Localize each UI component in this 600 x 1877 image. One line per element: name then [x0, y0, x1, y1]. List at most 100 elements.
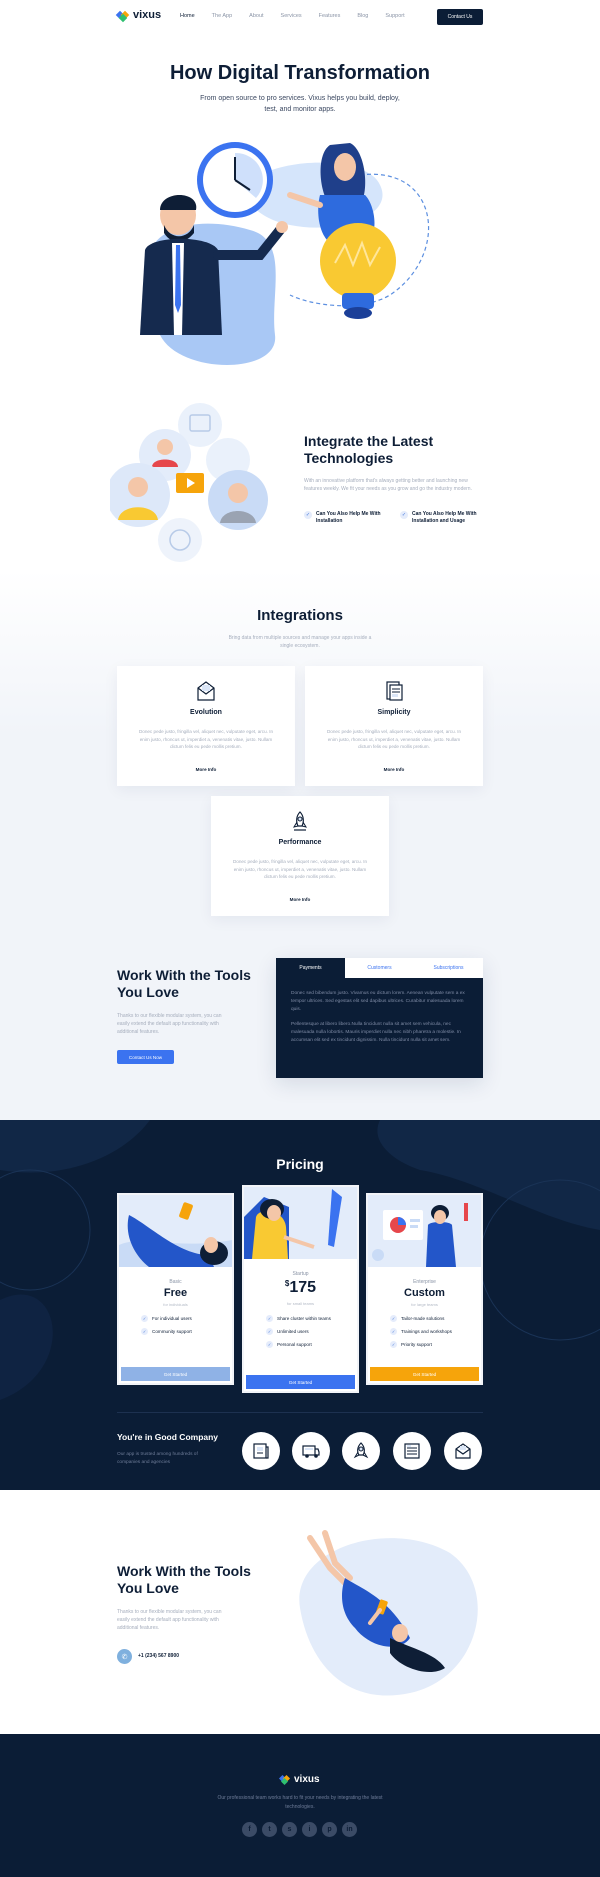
check-label: Can You Also Help Me With Installation [316, 511, 381, 524]
plan-feature: ✓ Personal support [266, 1341, 312, 1348]
nav-item-home[interactable]: Home [180, 13, 195, 19]
logo-text: vixus [133, 9, 162, 21]
video-integration-illustration [110, 403, 268, 562]
plan-illustration [244, 1187, 357, 1259]
plan-price-value: 175 [289, 1279, 317, 1296]
integrations-subtitle: Bring data from multiple sources and man… [228, 635, 372, 649]
check-item: ✓ Can You Also Help Me With Installation [304, 511, 396, 525]
plan-feature-label: Community support [152, 1329, 192, 1334]
newspaper-icon [242, 1432, 280, 1470]
work-tools-title: Work With the Tools You Love [117, 1563, 251, 1596]
card-text: Donec pede justo, fringilla vel, aliquet… [138, 729, 274, 749]
check-label: Can You Also Help Me With Installation a… [412, 511, 477, 524]
plan-price: $175 [244, 1279, 357, 1297]
phone-icon[interactable]: ✆ [117, 1649, 132, 1664]
integration-card-performance: Performance Donec pede justo, fringilla … [211, 796, 389, 916]
plan-card-enterprise: Enterprise Custom for large teams ✓ Tailo… [366, 1193, 483, 1385]
tools-text: Thanks to our flexible modular system, y… [117, 1013, 222, 1035]
truck-icon [292, 1432, 330, 1470]
nav-item-about[interactable]: About [249, 13, 263, 19]
nav-item-support[interactable]: Support [385, 13, 404, 19]
plan-feature: ✓ Tailor-made solutions [390, 1315, 444, 1322]
tab-panel-paragraph: Donec sed bibendum justo. Vivamus eu dic… [291, 991, 465, 1012]
check-icon: ✓ [141, 1328, 148, 1335]
plan-illustration [368, 1195, 481, 1267]
footer-text: Our professional team works hard to fit … [217, 1795, 383, 1810]
footer-logo[interactable]: vixus [278, 1774, 320, 1786]
get-started-button[interactable]: Get Started [121, 1367, 230, 1381]
plan-card-startup: Startup $175 for small teams ✓ Share clus… [242, 1185, 359, 1393]
get-started-button[interactable]: Get Started [246, 1375, 355, 1389]
logo-mark-icon [278, 1774, 291, 1786]
contact-us-now-button[interactable]: Contact Us Now [117, 1050, 174, 1064]
check-icon: ✓ [390, 1328, 397, 1335]
plan-audience: for individuals [163, 1302, 188, 1307]
tab-customers[interactable]: Customers [345, 958, 414, 978]
plan-feature-label: Priority support [401, 1342, 432, 1347]
more-info-link[interactable]: More Info [117, 767, 295, 772]
hero-illustration [140, 142, 430, 365]
more-info-link[interactable]: More Info [211, 897, 389, 902]
check-icon: ✓ [266, 1328, 273, 1335]
nav-item-services[interactable]: Services [281, 13, 302, 19]
pinterest-icon[interactable]: p [322, 1822, 337, 1837]
work-tools-text: Thanks to our flexible modular system, y… [117, 1609, 222, 1631]
contact-us-button[interactable]: Contact Us [437, 9, 483, 25]
twitter-icon[interactable]: t [262, 1822, 277, 1837]
tools-title: Work With the Tools You Love [117, 967, 251, 1000]
plan-tier: Basic [169, 1279, 182, 1285]
check-icon: ✓ [304, 511, 312, 519]
nav-item-the-app[interactable]: The App [212, 13, 233, 19]
tab-subscriptions[interactable]: Subscriptions [414, 958, 483, 978]
plan-price: Custom [404, 1287, 445, 1299]
check-icon: ✓ [400, 511, 408, 519]
integrate-text: With an innovative platform that's alway… [304, 478, 472, 492]
check-icon: ✓ [266, 1341, 273, 1348]
linkedin-icon[interactable]: in [342, 1822, 357, 1837]
plan-feature: ✓ Community support [141, 1328, 192, 1335]
card-text: Donec pede justo, fringilla vel, aliquet… [326, 729, 462, 749]
hero-title: How Digital Transformation [169, 62, 431, 84]
tools-tab-box: Payments Customers Subscriptions Donec s… [276, 958, 483, 1078]
logo[interactable]: vixus [115, 9, 162, 23]
tab-panel-paragraph: Pellentesque at libero libero.Nulla tinc… [291, 1022, 461, 1043]
more-info-link[interactable]: More Info [305, 767, 483, 772]
plan-price: Free [163, 1287, 188, 1299]
card-title: Simplicity [377, 709, 411, 716]
plan-feature-label: Trainings and workshops [401, 1329, 452, 1334]
document-icon [386, 681, 403, 701]
facebook-icon[interactable]: f [242, 1822, 257, 1837]
get-started-button[interactable]: Get Started [370, 1367, 479, 1381]
plan-feature: ✓ Trainings and workshops [390, 1328, 452, 1335]
nav-item-features[interactable]: Features [319, 13, 341, 19]
plan-tier: Startup [292, 1271, 309, 1277]
phone-number[interactable]: +1 (234) 567 8900 [138, 1653, 179, 1659]
floating-woman-illustration [299, 1530, 478, 1696]
check-item: ✓ Can You Also Help Me With Installation… [400, 511, 492, 525]
top-nav: vixus Home The App About Services Featur… [0, 0, 600, 34]
integrations-title: Integrations [257, 607, 343, 624]
plan-tier: Enterprise [413, 1279, 436, 1285]
section-divider [117, 1412, 483, 1413]
server-icon [393, 1432, 431, 1470]
plan-illustration [119, 1195, 232, 1267]
logo-mark-icon [115, 10, 130, 23]
plan-feature: ✓ Share cluster within teams [266, 1315, 331, 1322]
social-links: f t s i p in [242, 1822, 357, 1837]
tab-bar: Payments Customers Subscriptions [276, 958, 483, 978]
plan-card-basic: Basic Free for individuals ✓ For individu… [117, 1193, 234, 1385]
envelope-icon [197, 681, 215, 701]
check-icon: ✓ [266, 1315, 273, 1322]
tab-panel: Donec sed bibendum justo. Vivamus eu dic… [276, 978, 483, 1078]
good-company-text: Our app is trusted among hundreds of com… [117, 1452, 198, 1465]
check-icon: ✓ [390, 1341, 397, 1348]
skype-icon[interactable]: s [282, 1822, 297, 1837]
main-menu: Home The App About Services Features Blo… [180, 13, 422, 19]
instagram-icon[interactable]: i [302, 1822, 317, 1837]
nav-item-blog[interactable]: Blog [357, 13, 368, 19]
footer-logo-text: vixus [294, 1774, 320, 1785]
plan-feature-label: Personal support [277, 1342, 312, 1347]
card-title: Performance [278, 839, 322, 846]
plan-feature-label: Tailor-made solutions [401, 1316, 445, 1321]
tab-payments[interactable]: Payments [276, 958, 345, 978]
